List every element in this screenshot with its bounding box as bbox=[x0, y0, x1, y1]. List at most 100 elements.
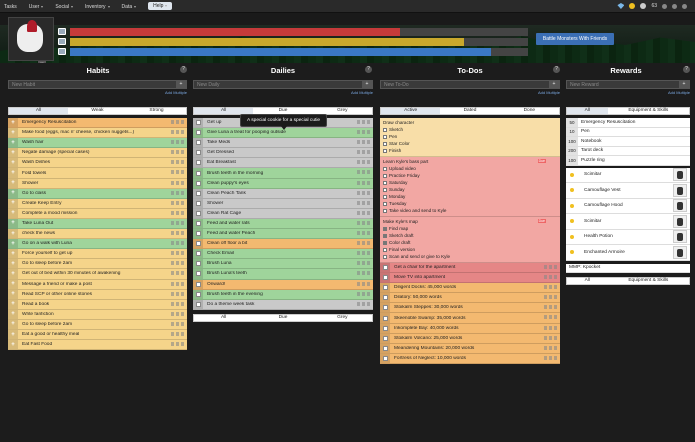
tag-icon[interactable] bbox=[362, 231, 365, 236]
checkbox[interactable] bbox=[195, 140, 201, 146]
tag-icon[interactable] bbox=[362, 190, 365, 195]
delete-icon[interactable] bbox=[367, 210, 370, 215]
todo-checkbox[interactable] bbox=[380, 343, 390, 353]
delete-icon[interactable] bbox=[367, 251, 370, 256]
tag-icon[interactable] bbox=[362, 200, 365, 205]
menu-user[interactable]: User bbox=[29, 3, 44, 10]
tag-icon[interactable] bbox=[176, 241, 179, 246]
checklist-item[interactable]: Scan and send or give to Kyle bbox=[383, 253, 557, 260]
gem-icon[interactable] bbox=[617, 3, 625, 9]
delete-icon[interactable] bbox=[554, 265, 557, 269]
tag-icon[interactable] bbox=[362, 120, 365, 124]
habit-plus-button[interactable]: + bbox=[8, 128, 18, 138]
tag-icon[interactable] bbox=[176, 170, 179, 175]
daily-row[interactable]: Get Dressed bbox=[193, 148, 373, 159]
todo-row[interactable]: Move TV into apartment bbox=[380, 273, 560, 284]
habit-row[interactable]: + Negate damage (special cases) bbox=[8, 148, 187, 159]
edit-icon[interactable] bbox=[171, 261, 174, 266]
habit-row[interactable]: + Read a book bbox=[8, 299, 187, 310]
habit-plus-button[interactable]: + bbox=[8, 239, 18, 249]
checklist-checkbox[interactable] bbox=[383, 240, 387, 245]
tag-icon[interactable] bbox=[362, 160, 365, 165]
edit-icon[interactable] bbox=[171, 120, 174, 124]
habit-plus-button[interactable]: + bbox=[8, 309, 18, 319]
habit-row[interactable]: + Go to sleep before 2am bbox=[8, 319, 187, 330]
checkbox[interactable] bbox=[195, 170, 201, 176]
checkbox[interactable] bbox=[382, 335, 388, 341]
delete-icon[interactable] bbox=[181, 321, 184, 326]
checklist-item[interactable]: Find map bbox=[383, 225, 557, 232]
todo-row[interactable]: Skeenoble Swamp: 35,000 words bbox=[380, 313, 560, 324]
daily-row[interactable]: Take Meds bbox=[193, 138, 373, 149]
checkbox[interactable] bbox=[382, 295, 388, 301]
sync-icon[interactable] bbox=[662, 3, 667, 9]
edit-icon[interactable] bbox=[357, 261, 360, 266]
add-habit-button[interactable]: + bbox=[176, 81, 186, 88]
edit-icon[interactable] bbox=[171, 220, 174, 225]
edit-icon[interactable] bbox=[544, 335, 547, 340]
edit-icon[interactable] bbox=[544, 355, 547, 360]
edit-icon[interactable] bbox=[171, 321, 174, 326]
add-multiple-link[interactable]: Add Multiple bbox=[566, 90, 690, 95]
daily-checkbox[interactable] bbox=[193, 138, 203, 148]
tag-icon[interactable] bbox=[549, 265, 552, 269]
delete-icon[interactable] bbox=[181, 251, 184, 256]
checklist-checkbox[interactable] bbox=[383, 201, 387, 206]
checklist-item[interactable]: Sketch bbox=[383, 126, 557, 133]
tag-icon[interactable] bbox=[176, 231, 179, 236]
habit-plus-button[interactable]: + bbox=[8, 259, 18, 269]
tag-icon[interactable] bbox=[549, 315, 552, 320]
settings-icon[interactable] bbox=[672, 3, 677, 9]
tab-strong[interactable]: Strong bbox=[127, 108, 186, 114]
checklist-item[interactable]: Pen bbox=[383, 133, 557, 140]
habit-plus-button[interactable]: + bbox=[8, 249, 18, 259]
reward-price[interactable]: 100 bbox=[566, 137, 578, 146]
todo-row[interactable]: Get a chair for the apartment bbox=[380, 263, 560, 274]
tag-icon[interactable] bbox=[176, 311, 179, 316]
delete-icon[interactable] bbox=[367, 170, 370, 175]
daily-row[interactable]: Clean puppy's eyes bbox=[193, 178, 373, 189]
edit-icon[interactable] bbox=[171, 150, 174, 155]
tab-active[interactable]: Active bbox=[381, 108, 441, 114]
checklist-checkbox[interactable] bbox=[383, 233, 387, 238]
gear-row[interactable]: Camouflage Vest bbox=[566, 183, 690, 199]
checkbox[interactable] bbox=[382, 315, 388, 321]
edit-icon[interactable] bbox=[171, 190, 174, 195]
edit-icon[interactable] bbox=[171, 241, 174, 246]
tag-icon[interactable] bbox=[362, 180, 365, 185]
habit-row[interactable]: + Shower bbox=[8, 178, 187, 189]
checkbox[interactable] bbox=[195, 130, 201, 136]
avatar[interactable] bbox=[8, 17, 54, 61]
tag-icon[interactable] bbox=[362, 281, 365, 286]
habit-plus-button[interactable]: + bbox=[8, 158, 18, 168]
checklist-item[interactable]: Tuesday bbox=[383, 200, 557, 207]
tag-icon[interactable] bbox=[549, 335, 552, 340]
custom-reward-row[interactable]: MMP: Kpocket bbox=[566, 263, 690, 273]
checkbox[interactable] bbox=[195, 271, 201, 277]
tag-icon[interactable] bbox=[176, 321, 179, 326]
checklist-item[interactable]: Upload video bbox=[383, 165, 557, 172]
add-reward-button[interactable]: + bbox=[679, 81, 689, 88]
edit-icon[interactable] bbox=[357, 200, 360, 205]
habit-plus-button[interactable]: + bbox=[8, 148, 18, 158]
edit-icon[interactable] bbox=[544, 305, 547, 310]
edit-icon[interactable] bbox=[171, 210, 174, 215]
edit-icon[interactable] bbox=[357, 190, 360, 195]
delete-icon[interactable] bbox=[554, 285, 557, 290]
delete-icon[interactable] bbox=[181, 261, 184, 266]
daily-checkbox[interactable] bbox=[193, 128, 203, 138]
checkbox[interactable] bbox=[195, 120, 201, 126]
daily-checkbox[interactable] bbox=[193, 229, 203, 239]
checklist-item[interactable]: Sketch draft bbox=[383, 232, 557, 239]
tag-icon[interactable] bbox=[362, 170, 365, 175]
edit-icon[interactable] bbox=[544, 295, 547, 300]
tag-icon[interactable] bbox=[176, 120, 179, 124]
checklist-item[interactable]: Star Color bbox=[383, 140, 557, 147]
edit-icon[interactable] bbox=[357, 220, 360, 225]
reward-row[interactable]: 100 Notebook bbox=[566, 137, 690, 147]
tag-icon[interactable] bbox=[176, 291, 179, 296]
delete-icon[interactable] bbox=[181, 331, 184, 336]
edit-icon[interactable] bbox=[544, 265, 547, 269]
habit-plus-button[interactable]: + bbox=[8, 138, 18, 148]
tag-icon[interactable] bbox=[176, 251, 179, 256]
